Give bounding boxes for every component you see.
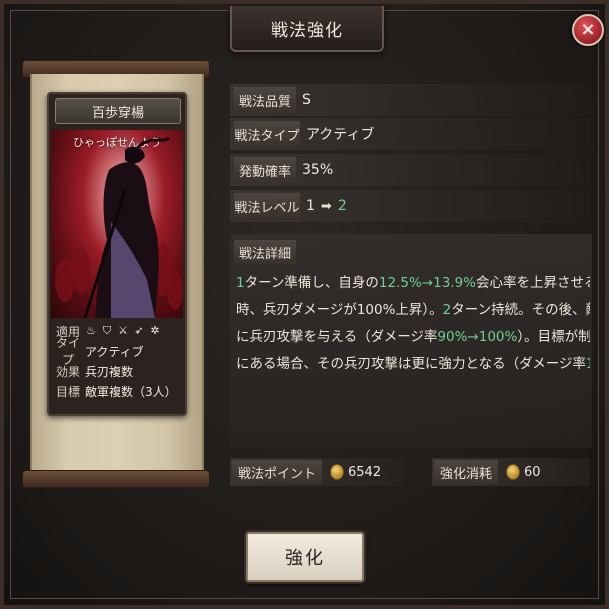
enhance-cost: 強化消耗 60: [432, 458, 590, 486]
points-label: 戦法ポイント: [232, 460, 323, 484]
detail-label: 戦法詳細: [234, 240, 296, 264]
level-row: 戦法レベル 1 ➡ 2: [230, 190, 590, 222]
title-plate: 戦法強化: [230, 6, 384, 52]
fire-icon: ♨: [86, 324, 96, 337]
points-value: 6542: [348, 464, 382, 480]
shield-icon: ⛉: [102, 324, 112, 337]
card-type-value: アクティブ: [85, 344, 144, 359]
detail-highlight: 90%→100%: [437, 329, 518, 345]
level-label: 戦法レベル: [234, 193, 300, 219]
detail-text-segment: にある場合、その兵刃攻撃は更に強力となる（ダメージ率: [236, 356, 586, 372]
close-button[interactable]: ×: [572, 14, 604, 46]
card-target-row: 目標 敵軍複数（3人）: [51, 382, 183, 400]
level-from: 1: [306, 198, 315, 214]
scroll-rod-bottom: [22, 470, 210, 488]
card-effect-value: 兵刃複数: [85, 364, 134, 379]
detail-highlight: 1: [236, 275, 245, 291]
rate-value: 35%: [302, 162, 334, 178]
detail-text-segment: ターン持続。その後、敵軍全体: [451, 302, 590, 318]
card-effect-label: 効果: [55, 364, 80, 379]
detail-text-segment: ）。目標が制御状態: [517, 329, 590, 345]
quality-label: 戦法品質: [234, 87, 296, 113]
tactic-point-icon: [506, 464, 521, 480]
detail-text-segment: 会心率を上昇させる（発動: [476, 275, 590, 291]
rate-label: 発動確率: [234, 157, 296, 183]
detail-text: 1ターン準備し、自身の12.5%→13.9%会心率を上昇させる（発動時、兵刃ダメ…: [236, 270, 590, 378]
detail-line: 1ターン準備し、自身の12.5%→13.9%会心率を上昇させる（発動: [236, 270, 590, 297]
card-effect-row: 効果 兵刃複数: [51, 362, 183, 380]
detail-line: 時、兵刃ダメージが100%上昇）。2ターン持続。その後、敵軍全体: [236, 297, 590, 324]
detail-box: 戦法詳細 1ターン準備し、自身の12.5%→13.9%会心率を上昇させる（発動時…: [230, 234, 592, 448]
bow-icon: ➶: [134, 324, 144, 337]
type-row: 戦法タイプ アクティブ: [230, 118, 590, 150]
type-value: アクティブ: [306, 127, 375, 143]
card-info: 適用 ♨ ⛉ ⚔ ➶ ✲ タイプ アクティブ 効果 兵刃複数 目標 敵軍複数（3…: [51, 320, 183, 410]
type-label: 戦法タイプ: [234, 121, 300, 147]
detail-text-segment: ターン準備し、自身の: [244, 275, 379, 291]
detail-line: に兵刃攻撃を与える（ダメージ率90%→100%）。目標が制御状態: [236, 324, 590, 351]
card-artwork: ひゃっぽせんよう: [51, 130, 183, 318]
tactic-card: 百歩穿楊 ひゃっぽせんよう 適用 ♨ ⛉ ⚔ ➶ ✲ タイプ アクティブ 効果 …: [47, 92, 187, 416]
close-icon: ×: [580, 19, 596, 40]
detail-text-segment: 時、兵刃ダメージが100%上昇）。: [236, 302, 443, 318]
detail-highlight: 12.5%→13.9%: [378, 275, 477, 291]
detail-highlight: 120%→: [586, 356, 590, 372]
tactic-point-icon: [330, 464, 345, 480]
quality-value: S: [302, 92, 311, 108]
swords-icon: ⚔: [118, 324, 128, 337]
dialog-title: 戦法強化: [271, 20, 343, 41]
tactic-points: 戦法ポイント 6542: [230, 458, 404, 486]
detail-text-segment: に兵刃攻撃を与える（ダメージ率: [236, 329, 438, 345]
card-name: 百歩穿楊: [91, 105, 144, 121]
card-target-value: 敵軍複数（3人）: [85, 384, 177, 399]
arrow-right-icon: ➡: [320, 198, 332, 214]
archer-silhouette: [55, 136, 183, 318]
card-target-label: 目標: [55, 384, 80, 399]
detail-highlight: 2: [442, 302, 452, 318]
card-type-row: タイプ アクティブ: [51, 336, 183, 367]
rate-row: 発動確率 35%: [230, 154, 590, 186]
cost-value: 60: [524, 464, 541, 480]
level-to: 2: [337, 198, 347, 214]
cost-label: 強化消耗: [434, 460, 499, 484]
card-name-plate: 百歩穿楊: [55, 98, 181, 124]
quality-row: 戦法品質 S: [230, 84, 590, 116]
wheel-icon: ✲: [150, 324, 160, 337]
enhance-button[interactable]: 強化: [246, 532, 364, 582]
detail-line: にある場合、その兵刃攻撃は更に強力となる（ダメージ率120%→: [236, 351, 590, 378]
